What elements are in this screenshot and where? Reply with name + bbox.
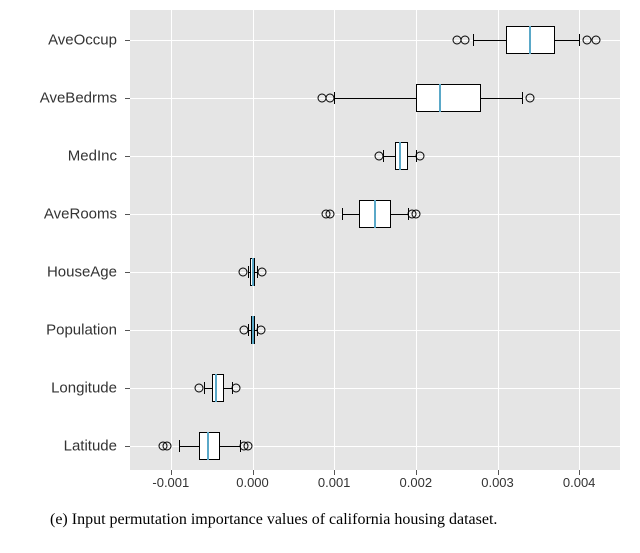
y-tick-label: Latitude <box>64 438 117 455</box>
y-tick-label: MedInc <box>68 148 117 165</box>
box-row <box>130 141 620 171</box>
plot-area <box>130 10 620 470</box>
median-line <box>252 258 254 286</box>
chart-caption: (e) Input permutation importance values … <box>50 510 620 530</box>
median-line <box>439 84 441 112</box>
box <box>416 84 481 112</box>
outlier-point <box>415 152 424 161</box>
outlier-point <box>195 384 204 393</box>
x-tick-label: 0.003 <box>481 475 514 490</box>
y-axis-labels: AveOccup AveBedrms MedInc AveRooms House… <box>0 10 125 470</box>
median-line <box>374 200 376 228</box>
outlier-point <box>162 442 171 451</box>
box <box>212 374 224 402</box>
y-tick-label: HouseAge <box>47 264 117 281</box>
y-tick-label: Longitude <box>51 380 117 397</box>
y-tick-label: Population <box>46 322 117 339</box>
box-row <box>130 315 620 345</box>
median-line <box>207 432 209 460</box>
box <box>395 142 407 170</box>
x-tick-label: 0.004 <box>563 475 596 490</box>
x-tick-label: 0.001 <box>318 475 351 490</box>
median-line <box>529 26 531 54</box>
box-row <box>130 83 620 113</box>
outlier-point <box>326 210 335 219</box>
outlier-point <box>244 442 253 451</box>
median-line <box>215 374 217 402</box>
outlier-point <box>460 36 469 45</box>
outlier-point <box>591 36 600 45</box>
outlier-point <box>258 268 267 277</box>
box-row <box>130 373 620 403</box>
median-line <box>252 316 254 344</box>
box-row <box>130 25 620 55</box>
box-row <box>130 257 620 287</box>
x-tick-label: -0.001 <box>152 475 189 490</box>
outlier-point <box>411 210 420 219</box>
outlier-point <box>375 152 384 161</box>
outlier-point <box>256 326 265 335</box>
y-tick-label: AveRooms <box>44 206 117 223</box>
x-tick-label: 0.002 <box>400 475 433 490</box>
outlier-point <box>232 384 241 393</box>
outlier-point <box>326 94 335 103</box>
x-tick-label: 0.000 <box>236 475 269 490</box>
y-tick-label: AveBedrms <box>40 90 117 107</box>
median-line <box>399 142 401 170</box>
box-row <box>130 431 620 461</box>
outlier-point <box>240 326 249 335</box>
outlier-point <box>526 94 535 103</box>
outlier-point <box>238 268 247 277</box>
box <box>199 432 219 460</box>
x-axis-labels: -0.001 0.000 0.001 0.002 0.003 0.004 <box>130 475 620 495</box>
box-row <box>130 199 620 229</box>
y-tick-label: AveOccup <box>48 32 117 49</box>
chart-container: AveOccup AveBedrms MedInc AveRooms House… <box>0 0 640 553</box>
